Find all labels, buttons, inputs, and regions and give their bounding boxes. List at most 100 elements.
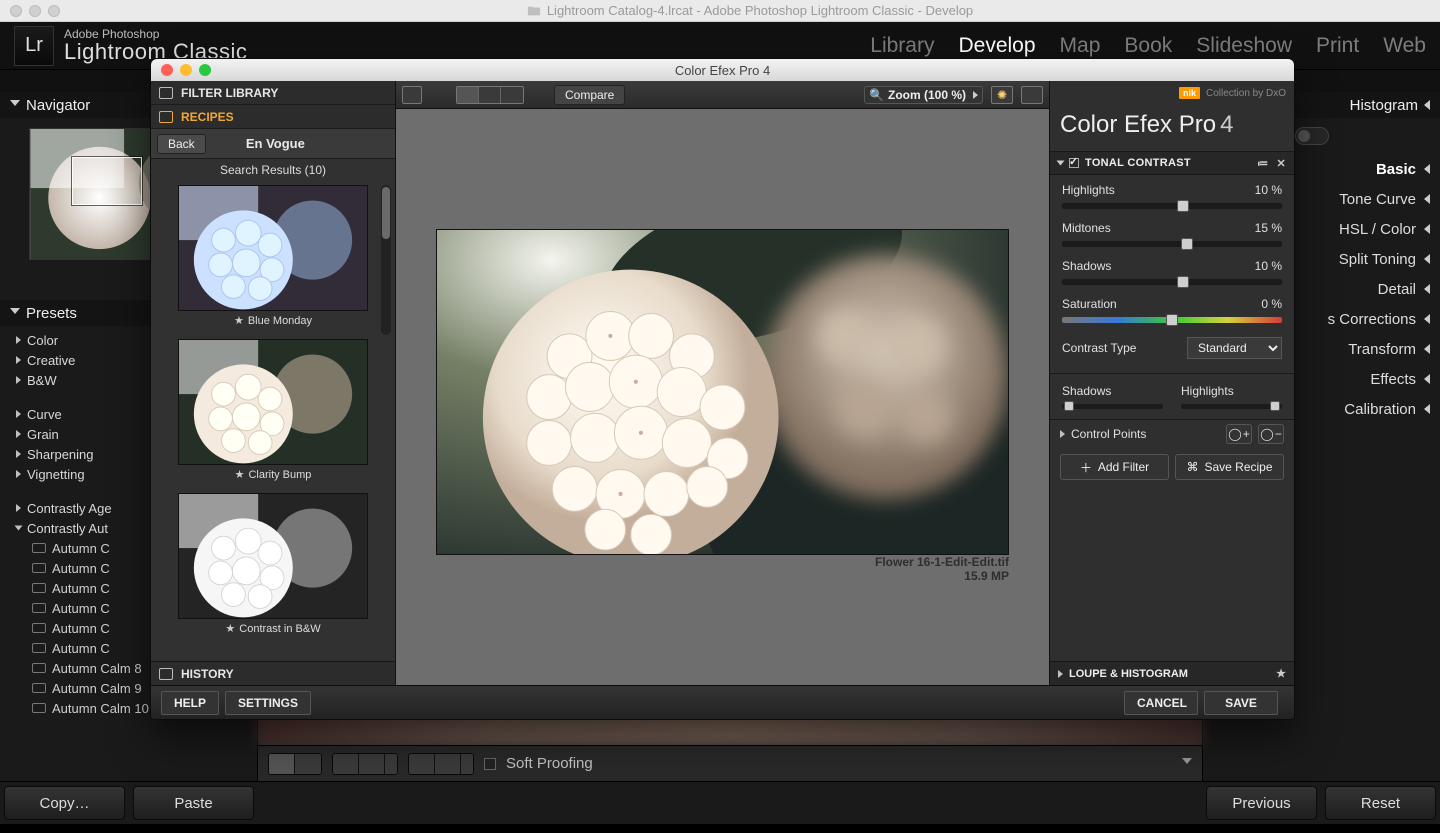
module-web[interactable]: Web xyxy=(1383,34,1426,58)
previous-button[interactable]: Previous xyxy=(1206,786,1317,820)
remove-control-point-button[interactable]: ◯ − xyxy=(1258,424,1284,444)
reset-button[interactable]: Reset xyxy=(1325,786,1436,820)
section-enable-checkbox[interactable] xyxy=(1069,158,1079,168)
traffic-close-disabled xyxy=(10,5,22,17)
add-filter-button[interactable]: ＋Add Filter xyxy=(1060,454,1169,480)
save-button[interactable]: SAVE xyxy=(1204,691,1278,715)
shadows-slider[interactable] xyxy=(1062,279,1282,285)
cef-titlebar: Color Efex Pro 4 xyxy=(151,59,1294,81)
before-after-horiz[interactable] xyxy=(332,753,398,775)
before-after-vert[interactable] xyxy=(408,753,474,775)
mini-highlights-slider[interactable] xyxy=(1181,404,1282,409)
loupe-section[interactable]: LOUPE & HISTOGRAM ★ xyxy=(1050,661,1294,685)
recipes-header[interactable]: RECIPES xyxy=(151,105,395,129)
chevron-left-icon xyxy=(1424,374,1430,384)
toolbar-dropdown-icon[interactable] xyxy=(1182,758,1192,769)
control-points-disclosure-icon[interactable] xyxy=(1060,430,1065,438)
midtones-label: Midtones xyxy=(1062,221,1111,235)
navigator-crop-rect[interactable] xyxy=(72,157,142,205)
preview-image xyxy=(436,229,1009,555)
recipe-thumbnail[interactable]: ★ Contrast in B&W xyxy=(178,493,368,635)
zoom-step-icon[interactable] xyxy=(973,91,978,99)
recipes-icon xyxy=(159,111,173,123)
chevron-right-icon xyxy=(16,450,21,458)
compare-button[interactable]: Compare xyxy=(554,85,625,105)
history-header[interactable]: HISTORY xyxy=(151,661,395,685)
recipe-thumbnail[interactable]: ★Clarity Bump xyxy=(178,339,368,481)
fullscreen-toggle[interactable] xyxy=(1021,86,1043,104)
chevron-left-icon xyxy=(1424,404,1430,414)
loupe-disclosure-icon[interactable] xyxy=(1058,670,1063,678)
contrast-type-label: Contrast Type xyxy=(1062,341,1136,355)
chevron-right-icon xyxy=(16,430,21,438)
cef-center: Compare 🔍 Zoom (100 %) ✺ xyxy=(396,81,1049,685)
split-vert-view-icon[interactable] xyxy=(479,87,501,103)
panel-toggle-button[interactable] xyxy=(402,86,422,104)
midtones-value: 15 % xyxy=(1255,221,1282,235)
module-print[interactable]: Print xyxy=(1316,34,1359,58)
magnifier-icon: 🔍 xyxy=(869,88,884,102)
split-horiz-view-icon[interactable] xyxy=(501,87,523,103)
single-view-icon[interactable] xyxy=(457,87,479,103)
megapixels-label: 15.9 MP xyxy=(875,569,1009,583)
tonal-contrast-section[interactable]: TONAL CONTRAST ≔ ✕ xyxy=(1050,151,1294,175)
breadcrumb: En Vogue xyxy=(206,136,345,151)
recipe-image xyxy=(178,185,368,311)
background-toggle[interactable]: ✺ xyxy=(991,86,1013,104)
saturation-label: Saturation xyxy=(1062,297,1117,311)
cancel-button[interactable]: CANCEL xyxy=(1124,691,1198,715)
preset-thumb-icon xyxy=(32,643,46,653)
save-recipe-button[interactable]: ⌘Save Recipe xyxy=(1175,454,1284,480)
contrast-type-select[interactable]: Standard xyxy=(1187,337,1282,359)
grid-icon xyxy=(159,87,173,99)
star-icon: ★ xyxy=(225,622,235,635)
cef-bottom-bar: HELP SETTINGS CANCEL SAVE xyxy=(151,685,1294,719)
mask-switch[interactable] xyxy=(1295,127,1329,145)
loupe-view-toggle[interactable] xyxy=(268,753,322,775)
lr-develop-toolbar: Soft Proofing xyxy=(258,745,1202,781)
cef-window-title: Color Efex Pro 4 xyxy=(211,63,1234,78)
mini-shadows-slider[interactable] xyxy=(1062,404,1163,409)
filter-library-header[interactable]: FILTER LIBRARY xyxy=(151,81,395,105)
recipe-thumbnail[interactable]: ★Blue Monday xyxy=(178,185,368,327)
window-title: Lightroom Catalog-4.lrcat - Adobe Photos… xyxy=(60,3,1440,18)
zoom-control[interactable]: 🔍 Zoom (100 %) xyxy=(864,86,983,104)
section-title: TONAL CONTRAST xyxy=(1085,157,1191,169)
highlights-slider[interactable] xyxy=(1062,203,1282,209)
midtones-slider[interactable] xyxy=(1062,241,1282,247)
module-map[interactable]: Map xyxy=(1060,34,1101,58)
nik-badge-icon: nik xyxy=(1179,87,1200,99)
view-mode-segmented[interactable] xyxy=(456,86,524,104)
chevron-left-icon xyxy=(1424,224,1430,234)
section-presets-icon[interactable]: ≔ xyxy=(1257,157,1268,170)
soft-proof-checkbox[interactable] xyxy=(484,758,496,770)
copy-button[interactable]: Copy… xyxy=(4,786,125,820)
recipe-name: Contrast in B&W xyxy=(239,623,320,635)
saturation-slider[interactable] xyxy=(1062,317,1282,323)
module-book[interactable]: Book xyxy=(1124,34,1172,58)
settings-button[interactable]: SETTINGS xyxy=(225,691,311,715)
lr-bottom-bar: Copy… Paste Previous Reset xyxy=(0,781,1440,824)
traffic-minimize[interactable] xyxy=(180,64,192,76)
section-close-icon[interactable]: ✕ xyxy=(1276,157,1286,170)
cef-preview-stage[interactable]: Flower 16-1-Edit-Edit.tif 15.9 MP xyxy=(396,109,1049,685)
color-efex-window: Color Efex Pro 4 FILTER LIBRARY RECIPES … xyxy=(150,58,1295,720)
star-icon: ★ xyxy=(235,468,245,481)
highlights-value: 10 % xyxy=(1255,183,1282,197)
paste-button[interactable]: Paste xyxy=(133,786,254,820)
module-library[interactable]: Library xyxy=(870,34,934,58)
pin-icon[interactable]: ★ xyxy=(1276,667,1286,680)
help-button[interactable]: HELP xyxy=(161,691,219,715)
recipe-scrollbar[interactable] xyxy=(381,185,391,335)
section-disclosure-icon[interactable] xyxy=(1057,161,1065,166)
chevron-right-icon xyxy=(16,504,21,512)
plus-icon: ＋ xyxy=(1080,459,1092,476)
module-develop[interactable]: Develop xyxy=(958,34,1035,58)
add-control-point-button[interactable]: ◯ + xyxy=(1226,424,1252,444)
traffic-zoom[interactable] xyxy=(199,64,211,76)
traffic-close[interactable] xyxy=(161,64,173,76)
back-button[interactable]: Back xyxy=(157,134,206,154)
recipe-image xyxy=(178,339,368,465)
module-slideshow[interactable]: Slideshow xyxy=(1196,34,1292,58)
preset-thumb-icon xyxy=(32,663,46,673)
